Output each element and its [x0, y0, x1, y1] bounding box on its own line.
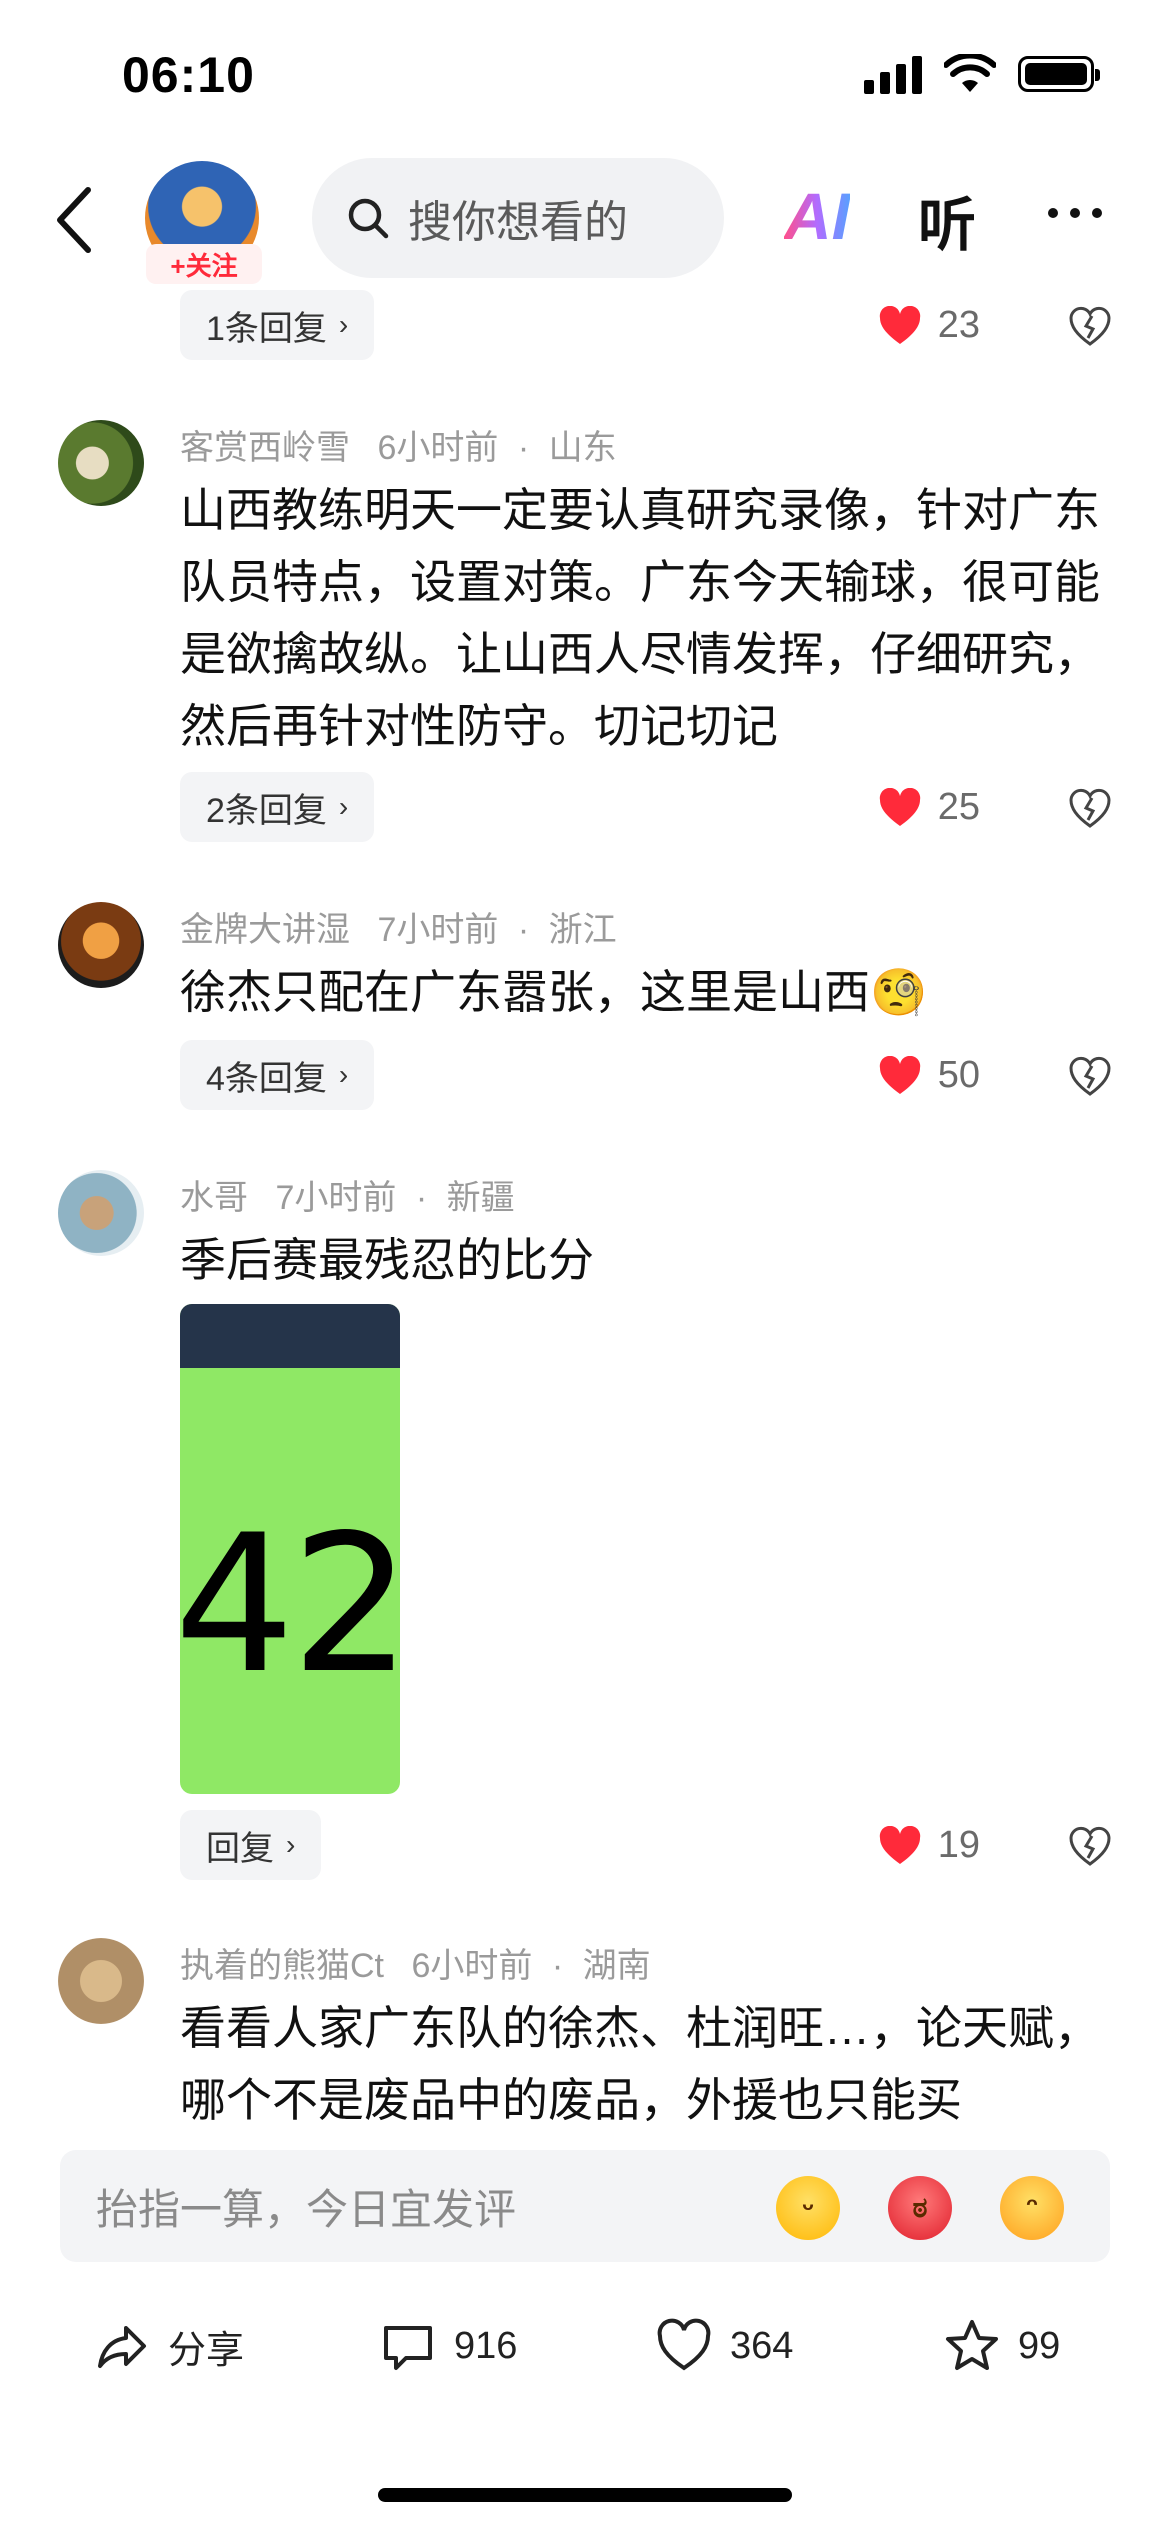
- chevron-right-icon: ›: [338, 791, 349, 822]
- comment-input[interactable]: 抬指一算，今日宜发评: [60, 2150, 1110, 2262]
- view-replies-button[interactable]: 1条回复 ›: [180, 290, 375, 360]
- separator-dot: ·: [551, 1947, 564, 1985]
- reply-count-label: 2条回复: [206, 791, 327, 830]
- wifi-icon: [944, 54, 996, 92]
- follow-button[interactable]: +关注: [146, 244, 262, 284]
- chevron-right-icon: ›: [338, 309, 349, 340]
- image-top-strip: [180, 1304, 400, 1368]
- top-nav: +关注 搜你想看的 AI 听: [0, 150, 1170, 290]
- separator-dot: ·: [415, 1179, 428, 1217]
- dislike-icon[interactable]: [1068, 304, 1112, 348]
- like-button[interactable]: 25: [878, 786, 980, 829]
- username[interactable]: 客赏西岭雪: [180, 429, 350, 467]
- share-label: 分享: [168, 2329, 245, 2372]
- reply-count-label: 1条回复: [206, 309, 327, 348]
- like-button[interactable]: 19: [878, 1824, 980, 1867]
- dislike-icon[interactable]: [1068, 1054, 1112, 1098]
- comment-bubble-icon: [384, 2326, 432, 2370]
- heart-filled-icon: [879, 787, 920, 826]
- share-icon: [98, 2326, 146, 2368]
- star-outline-icon: [946, 2320, 998, 2370]
- search-placeholder: 搜你想看的: [408, 198, 628, 247]
- comment-text: 季后赛最残忍的比分: [180, 1234, 594, 1286]
- battery-icon: [1018, 56, 1100, 92]
- listen-button[interactable]: 听: [918, 178, 976, 262]
- angry-emoji-icon[interactable]: ಠ: [888, 2176, 952, 2240]
- comment-text: 山西教练明天一定要认真研究录像，针对广东队员特点，设置对策。广东今天输球，很可能…: [180, 484, 1100, 752]
- comment-location: 浙江: [548, 911, 617, 949]
- ai-button[interactable]: AI: [784, 178, 850, 254]
- chevron-right-icon: ›: [286, 1829, 296, 1860]
- search-input[interactable]: 搜你想看的: [312, 158, 724, 278]
- comment-image[interactable]: 42: [180, 1304, 400, 1794]
- dislike-icon[interactable]: [1068, 1824, 1112, 1868]
- avatar[interactable]: [58, 420, 144, 506]
- comment-time: 7小时前: [275, 1179, 397, 1217]
- comment-text: 看看人家广东队的徐杰、杜润旺…，论天赋，哪个不是废品中的废品，外援也只能买: [180, 2002, 1100, 2126]
- favorite-button[interactable]: 99: [944, 2318, 1060, 2374]
- view-replies-button[interactable]: 2条回复 ›: [180, 772, 375, 842]
- avatar[interactable]: [58, 902, 144, 988]
- author-avatar[interactable]: +关注: [142, 158, 266, 284]
- heart-outline-icon: [657, 2318, 711, 2371]
- cry-laugh-emoji-icon[interactable]: ᵔ: [1000, 2176, 1064, 2240]
- comment-input-placeholder: 抬指一算，今日宜发评: [96, 2185, 517, 2233]
- like-count: 364: [730, 2324, 794, 2367]
- image-score-text: 42: [180, 1494, 400, 1715]
- heart-filled-icon: [879, 305, 920, 344]
- chevron-right-icon: ›: [338, 1059, 349, 1090]
- reply-count-label: 4条回复: [206, 1059, 327, 1098]
- avatar[interactable]: [58, 1938, 144, 2024]
- comment-button[interactable]: 916: [380, 2318, 517, 2374]
- comment-meta: 水哥 7小时前 · 新疆: [180, 1170, 515, 1219]
- heart-filled-icon: [879, 1825, 920, 1864]
- status-bar: 06:10: [0, 0, 1170, 150]
- more-icon[interactable]: [1048, 208, 1102, 218]
- favorite-count: 99: [1018, 2324, 1061, 2367]
- username[interactable]: 执着的熊猫Ct: [180, 1947, 384, 1985]
- comment-meta: 金牌大讲湿 7小时前 · 浙江: [180, 902, 617, 951]
- username[interactable]: 水哥: [180, 1179, 248, 1217]
- search-icon: [348, 198, 389, 239]
- comment-time: 7小时前: [377, 911, 499, 949]
- username[interactable]: 金牌大讲湿: [180, 911, 350, 949]
- like-count: 25: [937, 786, 980, 828]
- comment-location: 新疆: [446, 1179, 515, 1217]
- status-time: 06:10: [122, 47, 255, 103]
- comment-count: 916: [454, 2324, 518, 2367]
- like-count: 23: [937, 304, 980, 346]
- comment-time: 6小时前: [411, 1947, 533, 1985]
- back-icon[interactable]: [48, 184, 108, 256]
- comment-meta: 客赏西岭雪 6小时前 · 山东: [180, 420, 617, 469]
- comment-location: 山东: [548, 429, 617, 467]
- separator-dot: ·: [517, 911, 530, 949]
- heart-filled-icon: [879, 1055, 920, 1094]
- comment-list[interactable]: 1条回复 › 23 客赏西岭雪 6小时前 · 山东 山西教练明天一定要认真研究录像…: [0, 290, 1170, 2140]
- view-replies-button[interactable]: 4条回复 ›: [180, 1040, 375, 1110]
- avatar[interactable]: [58, 1170, 144, 1256]
- comment-text: 徐杰只配在广东嚣张，这里是山西🧐: [180, 966, 928, 1018]
- home-indicator[interactable]: [378, 2488, 792, 2502]
- signal-icon: [864, 54, 922, 94]
- laugh-emoji-icon[interactable]: ᵕ: [776, 2176, 840, 2240]
- like-count: 19: [937, 1824, 980, 1866]
- dislike-icon[interactable]: [1068, 786, 1112, 830]
- comment-time: 6小时前: [377, 429, 499, 467]
- separator-dot: ·: [517, 429, 530, 467]
- like-article-button[interactable]: 364: [656, 2318, 793, 2374]
- like-button[interactable]: 23: [878, 304, 980, 347]
- reply-label: 回复: [206, 1829, 274, 1868]
- status-icons: [864, 54, 1100, 94]
- comment-meta: 执着的熊猫Ct 6小时前 · 湖南: [180, 1938, 651, 1987]
- like-button[interactable]: 50: [878, 1054, 980, 1097]
- share-button[interactable]: 分享: [94, 2318, 244, 2374]
- like-count: 50: [937, 1054, 980, 1096]
- bottom-action-bar: 分享 916 364 99: [0, 2290, 1170, 2420]
- comment-location: 湖南: [582, 1947, 651, 1985]
- reply-button[interactable]: 回复 ›: [180, 1810, 322, 1880]
